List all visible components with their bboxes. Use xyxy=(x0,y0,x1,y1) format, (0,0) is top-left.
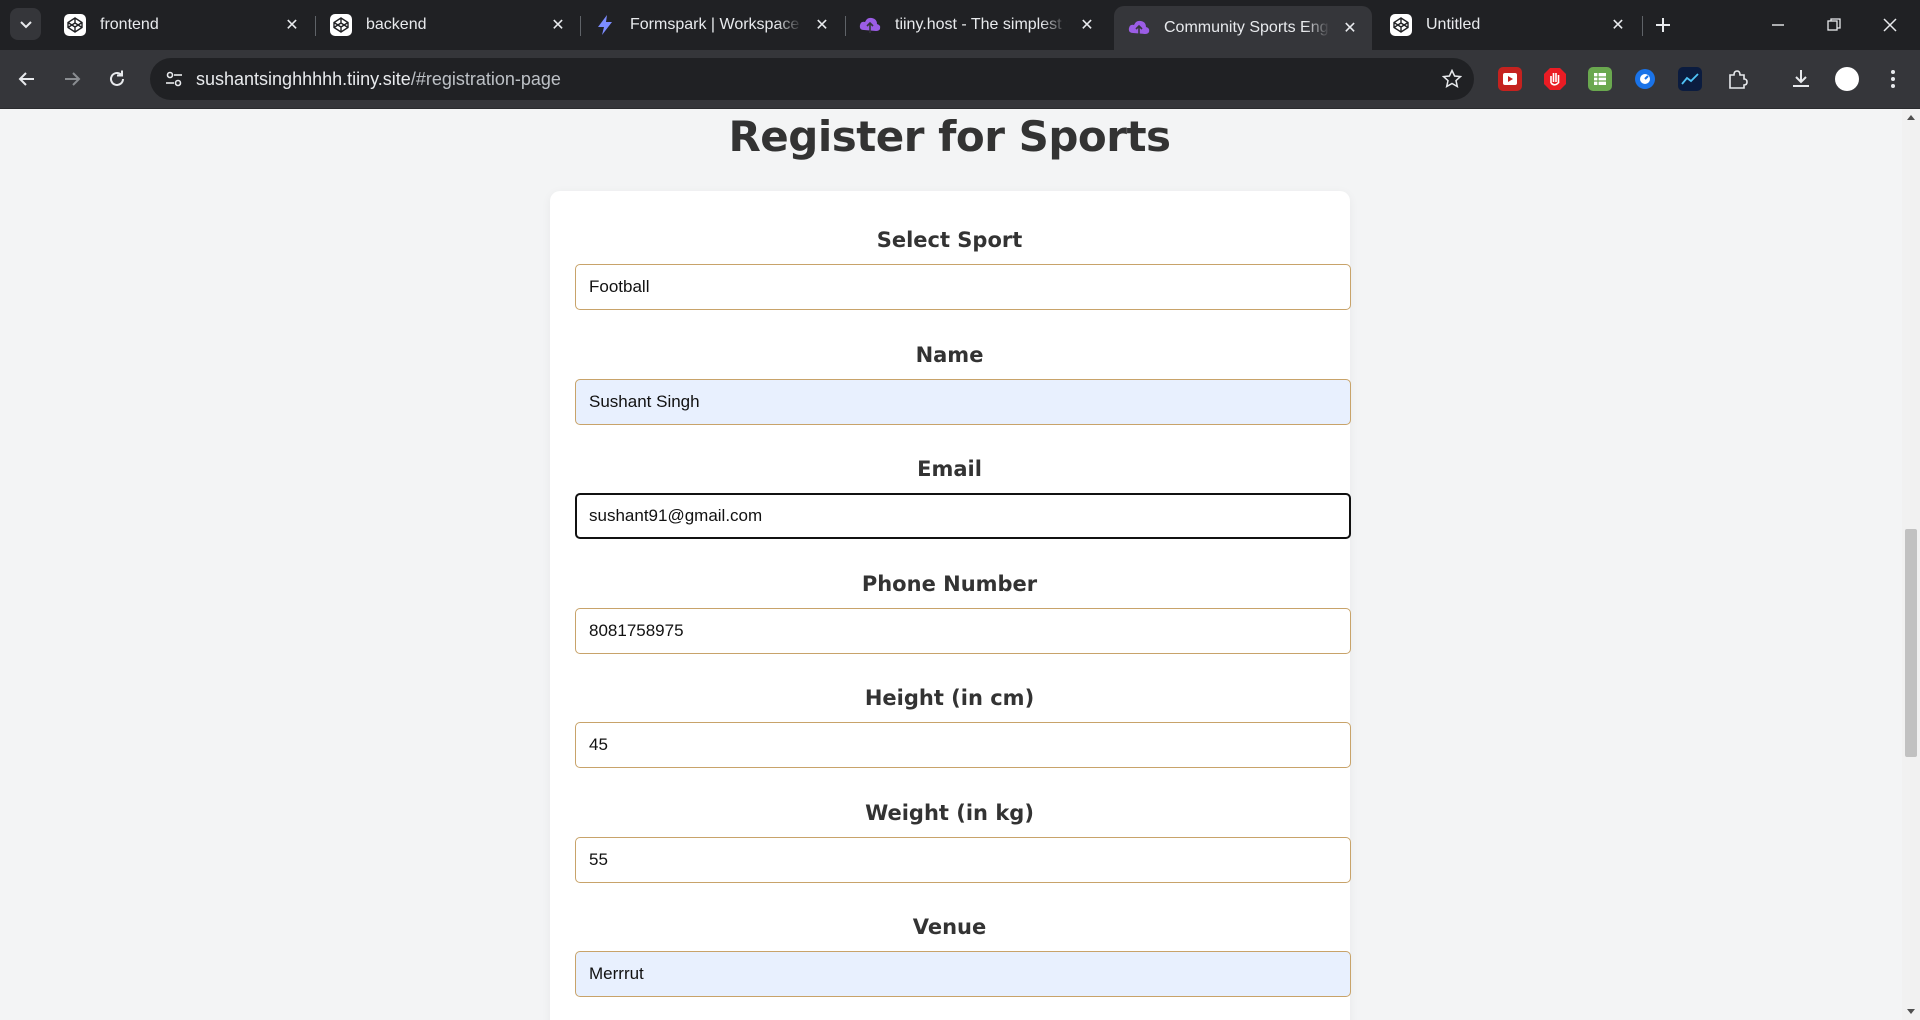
scroll-down-arrow-icon[interactable] xyxy=(1907,1009,1915,1014)
tab-frontend[interactable]: frontend ✕ xyxy=(50,6,314,44)
page-scrollbar[interactable] xyxy=(1902,109,1920,1020)
phone-number-input[interactable] xyxy=(575,608,1351,654)
email-label: Email xyxy=(917,457,982,481)
codepen-icon xyxy=(64,14,86,36)
tab-untitled[interactable]: Untitled ✕ xyxy=(1376,6,1640,44)
registration-form-card xyxy=(550,191,1350,1020)
reload-button[interactable] xyxy=(100,62,134,96)
tab-divider xyxy=(1642,16,1643,36)
cloud-icon xyxy=(859,14,881,36)
address-bar[interactable]: sushantsinghhhhh.tiiny.site/#registratio… xyxy=(150,58,1474,100)
extension-chart-icon[interactable] xyxy=(1678,67,1702,91)
tab-title: Untitled xyxy=(1426,16,1481,33)
new-tab-button[interactable] xyxy=(1648,10,1678,40)
site-settings-icon[interactable] xyxy=(162,67,186,91)
page-title: Register for Sports xyxy=(728,112,1171,161)
arrow-right-icon xyxy=(65,72,81,86)
extension-stop-hand-icon[interactable] xyxy=(1543,67,1567,91)
page-viewport: Register for Sports Select Sport Name Em… xyxy=(0,109,1902,1020)
close-icon[interactable]: ✕ xyxy=(1338,16,1362,40)
tab-community-sports[interactable]: Community Sports Engagement ✕ xyxy=(1114,6,1372,50)
extension-blue-circle-icon[interactable] xyxy=(1633,67,1657,91)
name-label: Name xyxy=(915,343,984,367)
tab-backend[interactable]: backend ✕ xyxy=(316,6,580,44)
browser-toolbar: sushantsinghhhhh.tiiny.site/#registratio… xyxy=(0,50,1920,109)
profile-avatar[interactable] xyxy=(1832,64,1862,94)
venue-input[interactable] xyxy=(575,951,1351,997)
close-icon xyxy=(1883,18,1897,32)
weight-input[interactable] xyxy=(575,837,1351,883)
arrow-left-icon xyxy=(18,72,34,86)
minimize-button[interactable] xyxy=(1750,0,1806,50)
select-sport-label: Select Sport xyxy=(876,228,1023,252)
tab-search-button[interactable] xyxy=(10,8,41,40)
extension-sheet-icon[interactable] xyxy=(1588,67,1612,91)
reload-icon xyxy=(110,70,124,86)
tab-title: Formspark | Workspace xyxy=(630,16,800,33)
close-window-button[interactable] xyxy=(1862,0,1918,50)
close-icon[interactable]: ✕ xyxy=(1075,13,1099,37)
more-menu-icon[interactable] xyxy=(1878,64,1908,94)
venue-label: Venue xyxy=(912,915,987,939)
extensions-puzzle-icon[interactable] xyxy=(1722,64,1752,94)
codepen-icon xyxy=(1390,14,1412,36)
select-sport-input[interactable] xyxy=(575,264,1351,310)
scroll-up-arrow-icon[interactable] xyxy=(1907,115,1915,120)
download-icon[interactable] xyxy=(1786,64,1816,94)
minimize-icon xyxy=(1772,24,1784,26)
restore-icon xyxy=(1827,18,1841,31)
scrollbar-thumb[interactable] xyxy=(1905,529,1917,757)
codepen-icon xyxy=(330,14,352,36)
tab-title: backend xyxy=(366,16,427,33)
close-icon[interactable]: ✕ xyxy=(1606,13,1630,37)
name-input[interactable] xyxy=(575,379,1351,425)
back-button[interactable] xyxy=(10,62,44,96)
tab-title: frontend xyxy=(100,16,159,33)
height-label: Height (in cm) xyxy=(864,686,1035,710)
url-path: /#registration-page xyxy=(410,69,561,89)
phone-number-label: Phone Number xyxy=(861,572,1038,596)
restore-button[interactable] xyxy=(1806,0,1862,50)
chevron-down-icon xyxy=(19,21,32,29)
tab-formspark[interactable]: Formspark | Workspace ✕ xyxy=(580,6,844,44)
weight-label: Weight (in kg) xyxy=(865,801,1034,825)
tab-title: Community Sports Engagement xyxy=(1164,19,1330,36)
forward-button[interactable] xyxy=(55,62,89,96)
extension-red-play-icon[interactable] xyxy=(1498,67,1522,91)
tab-tiiny-host[interactable]: tiiny.host - The simplest way ✕ xyxy=(845,6,1109,44)
tab-title: tiiny.host - The simplest way xyxy=(895,16,1067,33)
close-icon[interactable]: ✕ xyxy=(546,13,570,37)
email-input[interactable] xyxy=(575,493,1351,539)
bookmark-star-icon[interactable] xyxy=(1440,67,1464,91)
tab-strip: frontend ✕ backend ✕ Formspark | Workspa… xyxy=(0,0,1920,50)
url-host: sushantsinghhhhh.tiiny.site xyxy=(196,69,411,89)
close-icon[interactable]: ✕ xyxy=(810,13,834,37)
cloud-icon xyxy=(1128,17,1150,39)
height-input[interactable] xyxy=(575,722,1351,768)
close-icon[interactable]: ✕ xyxy=(280,13,304,37)
url-text: sushantsinghhhhh.tiiny.site/#registratio… xyxy=(196,58,561,100)
lightning-icon xyxy=(594,14,616,36)
plus-icon xyxy=(1656,18,1670,32)
